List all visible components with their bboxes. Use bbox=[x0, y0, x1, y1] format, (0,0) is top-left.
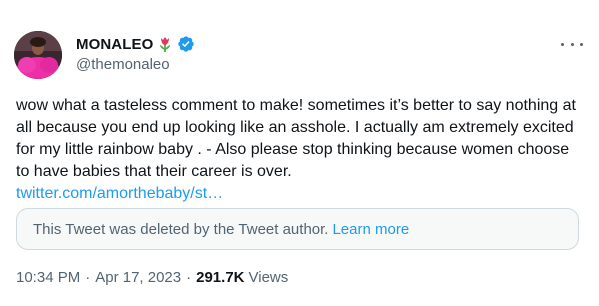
more-options-icon[interactable] bbox=[561, 36, 583, 52]
tweet-time[interactable]: 10:34 PM bbox=[16, 269, 80, 286]
tweet: MONALEO @themonaleo wow what a tasteless… bbox=[0, 0, 599, 306]
quoted-tweet-deleted-card: This Tweet was deleted by the Tweet auth… bbox=[16, 208, 579, 250]
tweet-date[interactable]: Apr 17, 2023 bbox=[95, 269, 181, 286]
tulip-emoji-icon bbox=[157, 35, 173, 53]
author-handle[interactable]: @themonaleo bbox=[76, 56, 170, 73]
tweet-meta: 10:34 PM · Apr 17, 2023 · 291.7K Views bbox=[16, 267, 288, 287]
tweet-body: wow what a tasteless comment to make! so… bbox=[16, 95, 581, 205]
more-dot bbox=[580, 42, 583, 46]
author-display-name[interactable]: MONALEO bbox=[76, 36, 153, 53]
meta-separator: · bbox=[85, 268, 91, 286]
tweet-text: wow what a tasteless comment to make! so… bbox=[16, 97, 576, 180]
views-label: Views bbox=[248, 268, 289, 286]
avatar-image bbox=[14, 31, 62, 79]
views-count[interactable]: 291.7K bbox=[196, 269, 244, 286]
meta-separator: · bbox=[186, 268, 192, 286]
more-dot bbox=[561, 42, 564, 46]
deleted-message: This Tweet was deleted by the Tweet auth… bbox=[33, 220, 329, 238]
learn-more-link[interactable]: Learn more bbox=[332, 221, 409, 238]
author-name-row: MONALEO bbox=[76, 34, 195, 54]
tweet-link[interactable]: twitter.com/amorthebaby/st… bbox=[16, 183, 581, 205]
avatar[interactable] bbox=[14, 31, 62, 79]
more-dot bbox=[570, 42, 574, 46]
verified-badge-icon bbox=[177, 35, 195, 53]
